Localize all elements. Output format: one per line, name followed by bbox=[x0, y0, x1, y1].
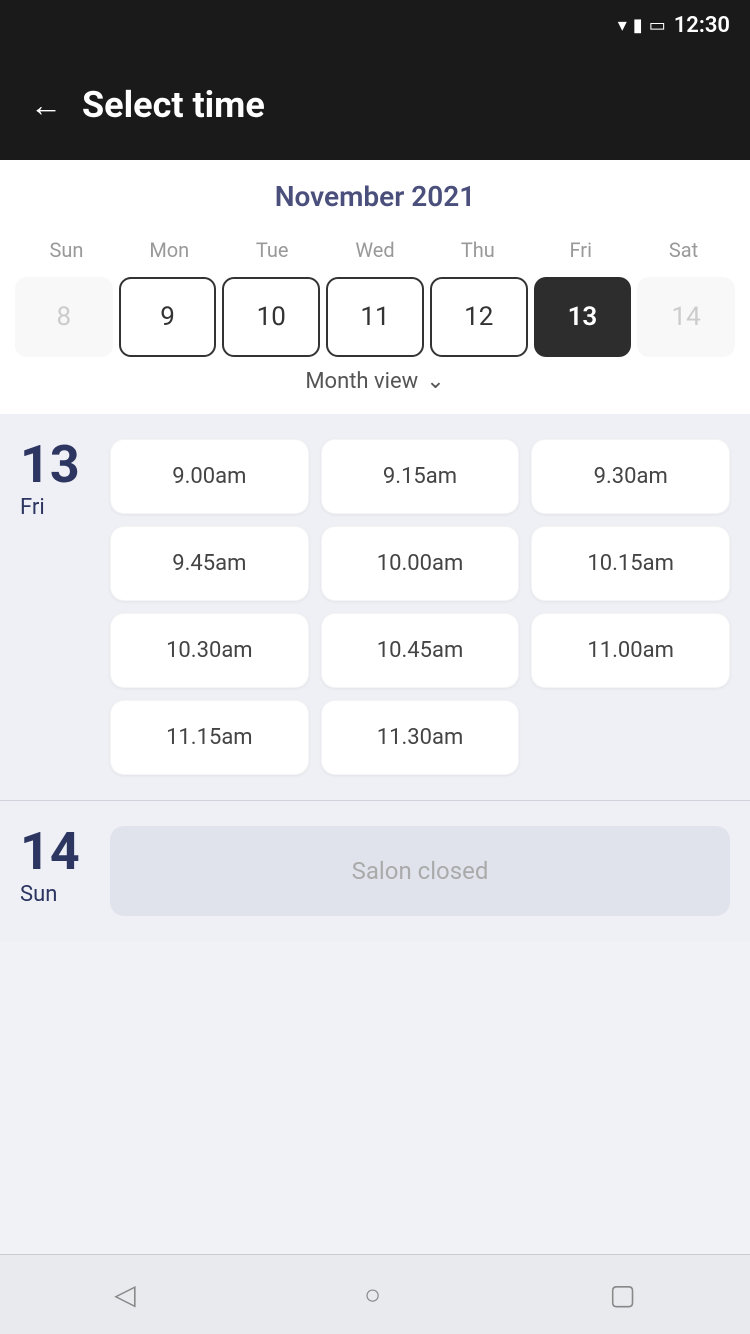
day-section-14: 14 Sun Salon closed bbox=[0, 800, 750, 941]
month-year-label: November 2021 bbox=[15, 180, 735, 213]
salon-closed-label: Salon closed bbox=[352, 857, 489, 885]
time-slots-container: 13 Fri 9.00am 9.15am 9.30am 9.45am 10.00… bbox=[0, 414, 750, 941]
weekday-thu: Thu bbox=[426, 233, 529, 267]
status-bar: ▾ ▮ ▭ 12:30 bbox=[0, 0, 750, 50]
time-slot-1130am[interactable]: 11.30am bbox=[321, 700, 520, 775]
time-slot-900am[interactable]: 9.00am bbox=[110, 439, 309, 514]
day-8[interactable]: 8 bbox=[15, 277, 113, 357]
signal-icon: ▮ bbox=[633, 15, 643, 36]
time-slot-1115am[interactable]: 11.15am bbox=[110, 700, 309, 775]
calendar-section: November 2021 Sun Mon Tue Wed Thu Fri Sa… bbox=[0, 160, 750, 414]
back-nav-icon[interactable]: ◁ bbox=[114, 1278, 136, 1311]
back-button[interactable]: ← bbox=[30, 86, 62, 124]
time-slot-1000am[interactable]: 10.00am bbox=[321, 526, 520, 601]
weekday-sat: Sat bbox=[632, 233, 735, 267]
home-nav-icon[interactable]: ○ bbox=[364, 1278, 381, 1311]
weekday-tue: Tue bbox=[221, 233, 324, 267]
time-slot-1045am[interactable]: 10.45am bbox=[321, 613, 520, 688]
bottom-nav: ◁ ○ ▢ bbox=[0, 1254, 750, 1334]
day-number-14: 14 bbox=[20, 826, 90, 878]
day-11[interactable]: 11 bbox=[326, 277, 424, 357]
weekdays-row: Sun Mon Tue Wed Thu Fri Sat bbox=[15, 233, 735, 267]
day-section-13: 13 Fri 9.00am 9.15am 9.30am 9.45am 10.00… bbox=[0, 414, 750, 800]
time-slot-915am[interactable]: 9.15am bbox=[321, 439, 520, 514]
status-time: 12:30 bbox=[674, 13, 730, 38]
header: ← Select time bbox=[0, 50, 750, 160]
day-13-info: 13 Fri bbox=[20, 439, 90, 520]
time-slot-945am[interactable]: 9.45am bbox=[110, 526, 309, 601]
page-title: Select time bbox=[82, 84, 265, 126]
days-row: 8 9 10 11 12 13 14 bbox=[15, 277, 735, 357]
battery-icon: ▭ bbox=[649, 15, 666, 36]
time-slot-1015am[interactable]: 10.15am bbox=[531, 526, 730, 601]
time-slots-grid-13: 9.00am 9.15am 9.30am 9.45am 10.00am 10.1… bbox=[110, 439, 730, 775]
day-14-info: 14 Sun bbox=[20, 826, 90, 907]
month-view-label: Month view bbox=[305, 369, 418, 394]
salon-closed-box: Salon closed bbox=[110, 826, 730, 916]
day-number-13: 13 bbox=[20, 439, 90, 491]
status-icons: ▾ ▮ ▭ bbox=[618, 15, 666, 36]
day-13[interactable]: 13 bbox=[534, 277, 632, 357]
day-9[interactable]: 9 bbox=[119, 277, 217, 357]
day-header-row-13: 13 Fri 9.00am 9.15am 9.30am 9.45am 10.00… bbox=[20, 439, 730, 775]
day-10[interactable]: 10 bbox=[222, 277, 320, 357]
time-slot-930am[interactable]: 9.30am bbox=[531, 439, 730, 514]
bottom-spacer bbox=[0, 941, 750, 1021]
day-14[interactable]: 14 bbox=[637, 277, 735, 357]
time-slot-1030am[interactable]: 10.30am bbox=[110, 613, 309, 688]
day-header-row-14: 14 Sun Salon closed bbox=[20, 826, 730, 916]
chevron-down-icon: ⌄ bbox=[426, 369, 444, 394]
weekday-sun: Sun bbox=[15, 233, 118, 267]
time-slot-1100am[interactable]: 11.00am bbox=[531, 613, 730, 688]
day-12[interactable]: 12 bbox=[430, 277, 528, 357]
recents-nav-icon[interactable]: ▢ bbox=[609, 1278, 635, 1311]
weekday-wed: Wed bbox=[324, 233, 427, 267]
day-name-fri: Fri bbox=[20, 495, 90, 520]
weekday-mon: Mon bbox=[118, 233, 221, 267]
weekday-fri: Fri bbox=[529, 233, 632, 267]
day-name-sun: Sun bbox=[20, 882, 90, 907]
wifi-icon: ▾ bbox=[618, 15, 627, 36]
month-view-toggle[interactable]: Month view ⌄ bbox=[15, 357, 735, 399]
